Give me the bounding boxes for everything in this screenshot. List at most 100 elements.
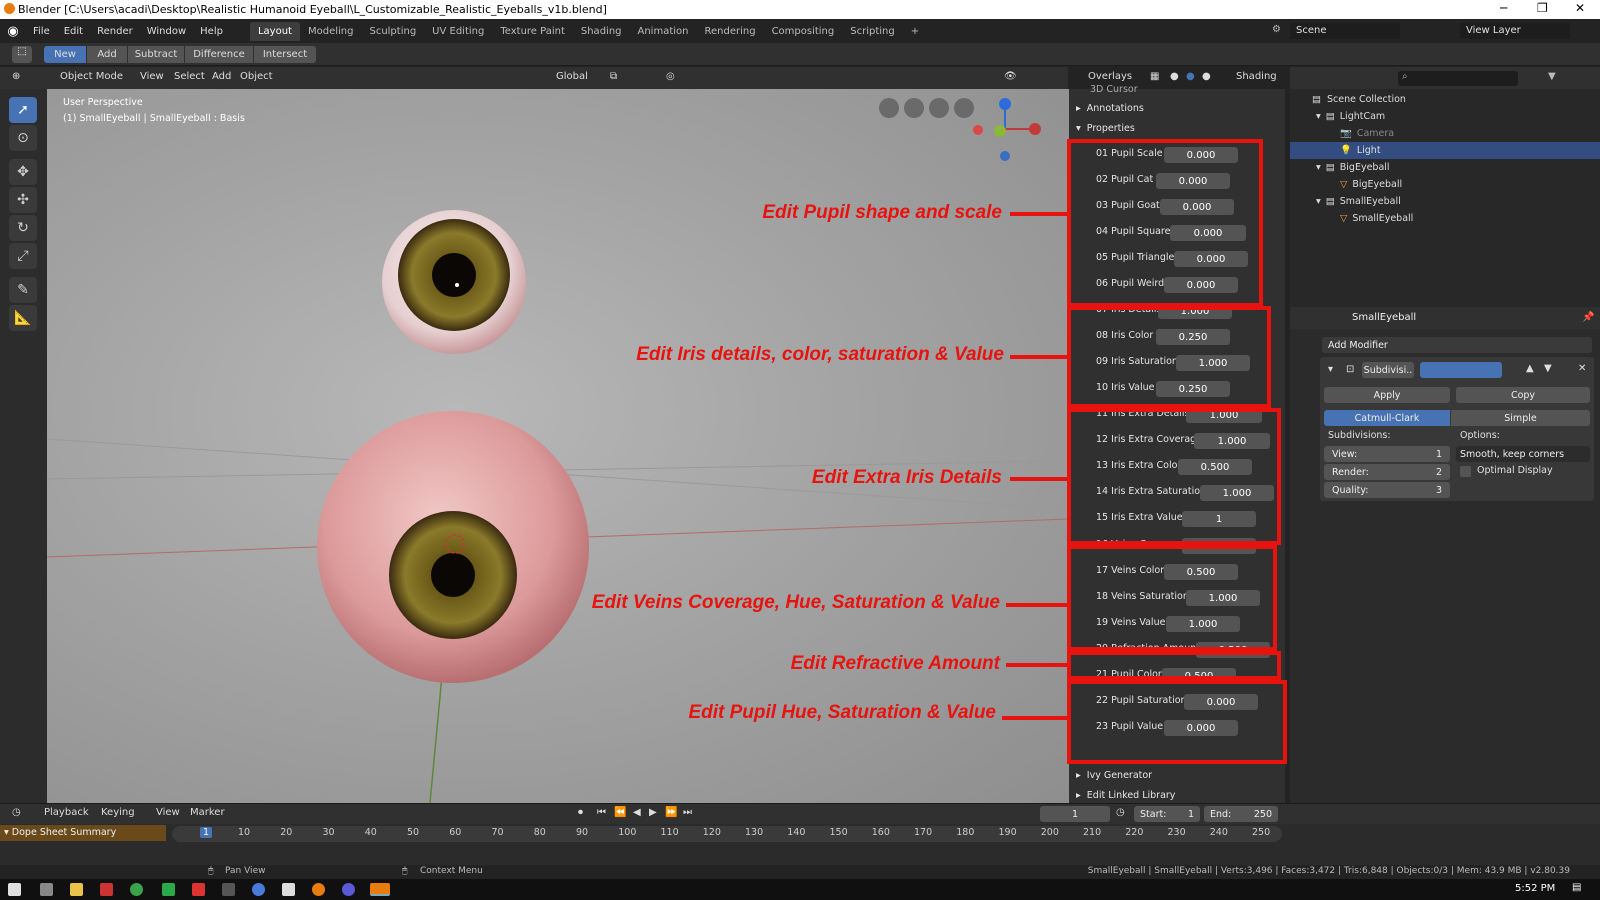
marker-menu[interactable]: Marker — [190, 807, 225, 818]
prev-key-icon[interactable]: ⏪ — [614, 807, 626, 818]
outliner-item-smalleyeball-mesh[interactable]: ▽ SmallEyeball — [1290, 210, 1600, 227]
menu-file[interactable]: File — [26, 26, 57, 37]
modifier-toggle-icons[interactable] — [1420, 362, 1502, 378]
uv-smooth-dropdown[interactable]: Smooth, keep corners — [1456, 446, 1590, 462]
quality-field[interactable]: Quality: 3 — [1324, 482, 1450, 498]
menu-render[interactable]: Render — [90, 26, 140, 37]
panel-3d-cursor-cut[interactable]: 3D Cursor — [1090, 80, 1138, 98]
select-tool-icon[interactable]: ➚ — [9, 97, 37, 123]
mode-add-button[interactable]: Add — [87, 46, 127, 63]
orientation-dropdown[interactable]: Global — [556, 71, 588, 82]
jump-end-icon[interactable]: ⏭ — [683, 807, 692, 818]
shading-solid-icon[interactable]: ● — [1170, 71, 1179, 82]
frame-ruler[interactable]: 1 10 20 30 40 50 60 70 80 90 100 110 120 130 140 150 160… — [172, 826, 1282, 842]
orbit-tool-icon[interactable]: ↻ — [9, 215, 37, 241]
scale-tool-icon[interactable]: ⤢ — [9, 243, 37, 269]
optimal-display-checkbox[interactable] — [1460, 466, 1471, 477]
editor-type-icon[interactable]: ⊕ — [12, 71, 20, 82]
task-view-icon[interactable] — [40, 883, 53, 896]
pin-icon[interactable]: 📌 — [1582, 312, 1594, 323]
filter-icon[interactable]: ▼ — [1548, 71, 1556, 82]
visibility-icon[interactable]: 👁 — [1004, 71, 1017, 82]
tab-uv-editing[interactable]: UV Editing — [424, 22, 492, 41]
move-up-icon[interactable]: ▲ — [1526, 363, 1534, 374]
outliner-search-icon[interactable]: ⌕ — [1398, 71, 1518, 86]
render-levels-field[interactable]: Render: 2 — [1324, 464, 1450, 480]
xray-icon[interactable]: ▦ — [1150, 71, 1159, 82]
outliner-item-bigeyeball-collection[interactable]: ▾ ▤ BigEyeball — [1290, 159, 1600, 176]
play-reverse-icon[interactable]: ◀ — [633, 807, 641, 818]
panel-properties[interactable]: ▾ Properties — [1076, 119, 1135, 137]
simple-button[interactable]: Simple — [1451, 410, 1590, 426]
add-menu[interactable]: Add — [212, 71, 231, 82]
outliner-scene-collection[interactable]: ▤ Scene Collection — [1290, 91, 1600, 108]
tab-sculpting[interactable]: Sculpting — [361, 22, 424, 41]
proportional-icon[interactable]: ◎ — [666, 71, 675, 82]
jump-start-icon[interactable]: ⏮ — [597, 807, 606, 818]
tab-compositing[interactable]: Compositing — [764, 22, 843, 41]
snap-icon[interactable]: ⧉ — [610, 71, 617, 82]
menu-window[interactable]: Window — [140, 26, 193, 37]
object-mode-dropdown[interactable]: Object Mode — [60, 71, 123, 82]
copy-button[interactable]: Copy — [1456, 387, 1590, 403]
notifications-icon[interactable]: ▤ — [1572, 882, 1581, 893]
next-key-icon[interactable]: ⏩ — [665, 807, 677, 818]
annotate-tool-icon[interactable]: ✎ — [9, 277, 37, 303]
record-icon[interactable]: ⏺ — [578, 807, 583, 818]
app-icon[interactable] — [100, 883, 113, 896]
move-down-icon[interactable]: ▼ — [1544, 363, 1552, 374]
shading-rendered-icon[interactable]: ● — [1202, 71, 1211, 82]
add-workspace-button[interactable]: + — [903, 22, 927, 41]
tab-texture-paint[interactable]: Texture Paint — [492, 22, 573, 41]
viewport-nav-buttons[interactable] — [879, 98, 974, 118]
app-icon[interactable] — [192, 883, 205, 896]
navigation-gizmo[interactable] — [973, 98, 1041, 161]
outliner-item-camera[interactable]: 📷 Camera — [1290, 125, 1600, 142]
close-icon[interactable]: ✕ — [1575, 1, 1585, 15]
app-icon[interactable] — [282, 883, 295, 896]
outliner-item-lightcam[interactable]: ▾ ▤ LightCam — [1290, 108, 1600, 125]
explorer-icon[interactable] — [70, 883, 83, 896]
shading-material-icon[interactable]: ● — [1186, 71, 1195, 82]
panel-edit-linked-library[interactable]: ▸ Edit Linked Library — [1076, 786, 1175, 804]
app-icon[interactable] — [162, 883, 175, 896]
maximize-icon[interactable]: ❐ — [1537, 1, 1548, 15]
end-frame-field[interactable]: End: 250 — [1204, 806, 1278, 822]
object-name-field[interactable]: SmallEyeball — [1352, 312, 1416, 323]
app-icon[interactable] — [342, 883, 355, 896]
catmull-clark-button[interactable]: Catmull-Clark — [1324, 410, 1450, 426]
timeline-editor-type-icon[interactable]: ◷ — [12, 807, 21, 818]
3d-viewport[interactable]: User Perspective (1) SmallEyeball | Smal… — [47, 89, 1069, 803]
play-icon[interactable]: ▶ — [649, 807, 657, 818]
outliner-item-light[interactable]: 💡 Light — [1290, 142, 1600, 159]
mode-intersect-button[interactable]: Intersect — [254, 46, 316, 63]
minimize-icon[interactable]: ─ — [1500, 1, 1507, 15]
view-menu[interactable]: View — [140, 71, 164, 82]
modifier-name-field[interactable]: Subdivisi.. — [1362, 362, 1414, 378]
blender-logo-icon[interactable]: ◉ — [0, 24, 26, 39]
select-menu[interactable]: Select — [174, 71, 205, 82]
tab-scripting[interactable]: Scripting — [842, 22, 902, 41]
dope-sheet-summary[interactable]: ▾ Dope Sheet Summary — [0, 825, 166, 841]
tab-layout[interactable]: Layout — [249, 21, 300, 41]
outliner-item-bigeyeball-mesh[interactable]: ▽ BigEyeball — [1290, 176, 1600, 193]
panel-annotations[interactable]: ▸ Annotations — [1076, 99, 1144, 117]
big-eyeball[interactable] — [317, 411, 589, 683]
mode-subtract-button[interactable]: Subtract — [128, 46, 184, 63]
start-frame-field[interactable]: Start: 1 — [1134, 806, 1200, 822]
move-tool-icon[interactable]: ✥ — [9, 159, 37, 185]
view-levels-field[interactable]: View: 1 — [1324, 446, 1450, 462]
windows-start-icon[interactable] — [8, 883, 21, 896]
small-eyeball[interactable] — [382, 210, 526, 354]
select-box-icon[interactable]: ⬚ — [12, 46, 32, 63]
keying-menu[interactable]: Keying — [101, 807, 135, 818]
playback-menu[interactable]: Playback — [44, 807, 89, 818]
timeline-view-menu[interactable]: View — [156, 807, 180, 818]
app-icon[interactable] — [252, 883, 265, 896]
menu-help[interactable]: Help — [193, 26, 230, 37]
outliner-item-smalleyeball-collection[interactable]: ▾ ▤ SmallEyeball — [1290, 193, 1600, 210]
viewlayer-field[interactable]: View Layer — [1460, 23, 1570, 39]
rotate-tool-icon[interactable]: ✣ — [9, 187, 37, 213]
mode-difference-button[interactable]: Difference — [185, 46, 253, 63]
cursor-tool-icon[interactable]: ⊙ — [9, 125, 37, 151]
